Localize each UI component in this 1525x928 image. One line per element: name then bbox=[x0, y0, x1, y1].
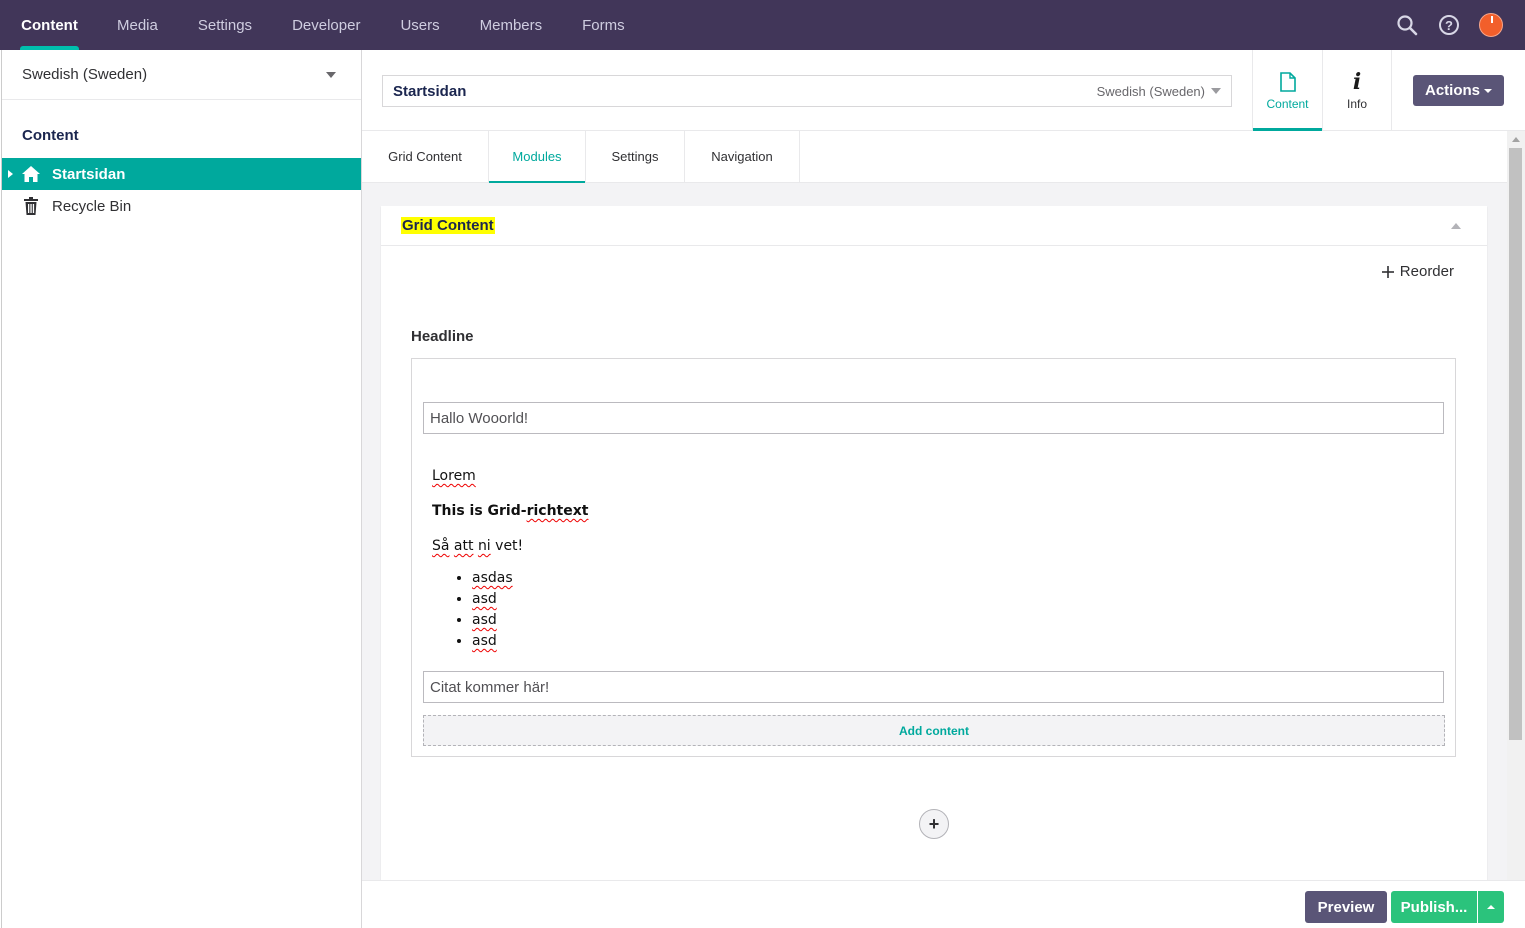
language-select[interactable]: Swedish (Sweden) bbox=[2, 50, 361, 100]
chevron-down-icon bbox=[326, 71, 336, 78]
trash-icon bbox=[20, 196, 42, 216]
section-forms[interactable]: Forms bbox=[562, 0, 645, 50]
scroll-up-arrow[interactable] bbox=[1512, 137, 1520, 142]
add-row-button[interactable]: + bbox=[919, 809, 949, 839]
tree-root-label[interactable]: Content bbox=[2, 100, 361, 158]
rte-word: Så bbox=[432, 538, 450, 554]
node-name-input[interactable]: Startsidan Swedish (Sweden) bbox=[382, 75, 1232, 107]
list-item-text: asd bbox=[472, 612, 497, 628]
search-icon[interactable] bbox=[1393, 11, 1421, 39]
rte-text: This is Grid- bbox=[432, 503, 527, 519]
quote-text-input[interactable]: Citat kommer här! bbox=[423, 671, 1444, 703]
content-tabs: Grid Content Modules Settings Navigation bbox=[362, 131, 1507, 183]
caret-down-icon bbox=[1484, 88, 1492, 93]
top-navigation-bar: Content Media Settings Developer Users M… bbox=[0, 0, 1525, 50]
section-developer[interactable]: Developer bbox=[272, 0, 380, 50]
app-tab-content[interactable]: Content bbox=[1252, 50, 1322, 131]
app-tab-info[interactable]: i Info bbox=[1322, 50, 1392, 131]
tab-settings[interactable]: Settings bbox=[586, 131, 685, 182]
user-avatar[interactable] bbox=[1477, 11, 1505, 39]
rte-bullet-list: asdas asd asd asd bbox=[472, 568, 1432, 652]
headline-label: Headline bbox=[411, 328, 474, 345]
grid-content-panel: Grid Content Reorder Headline Hallo Wooo… bbox=[381, 206, 1487, 928]
culture-label: Swedish (Sweden) bbox=[1096, 83, 1205, 99]
rte-word: att bbox=[453, 538, 474, 554]
arrow-spacer bbox=[8, 202, 13, 210]
section-users[interactable]: Users bbox=[380, 0, 459, 50]
publish-button[interactable]: Publish... bbox=[1391, 891, 1477, 923]
add-content-button[interactable]: Add content bbox=[423, 715, 1445, 746]
tree-item-label: Recycle Bin bbox=[52, 197, 132, 215]
list-item: asd bbox=[472, 631, 1432, 652]
list-item-text: asdas bbox=[472, 570, 513, 586]
sidebar: Swedish (Sweden) Content Startsidan Recy… bbox=[1, 50, 362, 928]
chevron-down-icon bbox=[1211, 88, 1221, 94]
rte-word: richtext bbox=[526, 503, 589, 519]
vertical-scrollbar[interactable] bbox=[1507, 131, 1525, 928]
list-item: asd bbox=[472, 610, 1432, 631]
move-icon bbox=[1381, 265, 1394, 278]
app-tab-label: Content bbox=[1266, 96, 1309, 111]
section-nav: Content Media Settings Developer Users M… bbox=[0, 0, 645, 50]
editor-header: Startsidan Swedish (Sweden) Content i In… bbox=[362, 50, 1525, 131]
collapse-icon[interactable] bbox=[1451, 222, 1461, 229]
editor-footer: Preview Publish... bbox=[362, 880, 1525, 928]
preview-button[interactable]: Preview bbox=[1305, 891, 1387, 923]
tab-modules[interactable]: Modules bbox=[489, 131, 586, 183]
rte-paragraph: Lorem bbox=[432, 463, 1432, 498]
list-item: asdas bbox=[472, 568, 1432, 589]
scroll-thumb[interactable] bbox=[1509, 148, 1522, 740]
section-settings[interactable]: Settings bbox=[178, 0, 272, 50]
list-item-text: asd bbox=[472, 633, 497, 649]
list-item-text: asd bbox=[472, 591, 497, 607]
help-icon[interactable]: ? bbox=[1435, 11, 1463, 39]
node-name-value: Startsidan bbox=[393, 82, 467, 100]
language-select-value: Swedish (Sweden) bbox=[22, 66, 148, 83]
home-icon bbox=[20, 164, 42, 184]
tab-grid-content[interactable]: Grid Content bbox=[362, 131, 489, 182]
richtext-editor[interactable]: Lorem This is Grid-richtext Så att ni ve… bbox=[432, 463, 1432, 652]
info-icon: i bbox=[1352, 68, 1362, 95]
tree-item-startsidan[interactable]: Startsidan bbox=[2, 158, 361, 190]
reorder-label: Reorder bbox=[1399, 263, 1454, 280]
quote-value: Citat kommer här! bbox=[430, 678, 550, 696]
main-editor: Startsidan Swedish (Sweden) Content i In… bbox=[362, 50, 1525, 928]
culture-switch[interactable]: Swedish (Sweden) bbox=[1097, 84, 1221, 99]
rte-paragraph: Så att ni vet! bbox=[432, 533, 1432, 568]
rte-paragraph-bold: This is Grid-richtext bbox=[432, 498, 1432, 533]
document-icon bbox=[1279, 71, 1296, 93]
section-media[interactable]: Media bbox=[97, 0, 178, 50]
rte-word: ni bbox=[477, 538, 491, 554]
app-tab-label: Info bbox=[1346, 96, 1367, 111]
grid-editor-area: Hallo Wooorld! Lorem This is Grid-richte… bbox=[411, 358, 1456, 757]
top-tools: ? bbox=[1393, 0, 1525, 50]
expand-arrow-icon[interactable] bbox=[8, 170, 13, 178]
actions-button[interactable]: Actions bbox=[1413, 75, 1504, 106]
headline-value: Hallo Wooorld! bbox=[430, 409, 529, 427]
rte-word: Lorem bbox=[432, 468, 476, 484]
reorder-button[interactable]: Reorder bbox=[1381, 263, 1454, 280]
list-item: asd bbox=[472, 589, 1432, 610]
rte-text: vet! bbox=[490, 538, 524, 554]
headline-text-input[interactable]: Hallo Wooorld! bbox=[423, 402, 1444, 434]
caret-up-icon bbox=[1487, 905, 1495, 909]
tree-item-recycle-bin[interactable]: Recycle Bin bbox=[2, 190, 361, 222]
panel-header[interactable]: Grid Content bbox=[381, 206, 1487, 246]
panel-title: Grid Content bbox=[401, 217, 495, 234]
tab-navigation[interactable]: Navigation bbox=[685, 131, 800, 182]
section-content[interactable]: Content bbox=[2, 0, 97, 50]
section-members[interactable]: Members bbox=[460, 0, 563, 50]
tree-item-label: Startsidan bbox=[52, 165, 126, 183]
publish-options-button[interactable] bbox=[1478, 891, 1504, 923]
actions-label: Actions bbox=[1424, 82, 1480, 99]
